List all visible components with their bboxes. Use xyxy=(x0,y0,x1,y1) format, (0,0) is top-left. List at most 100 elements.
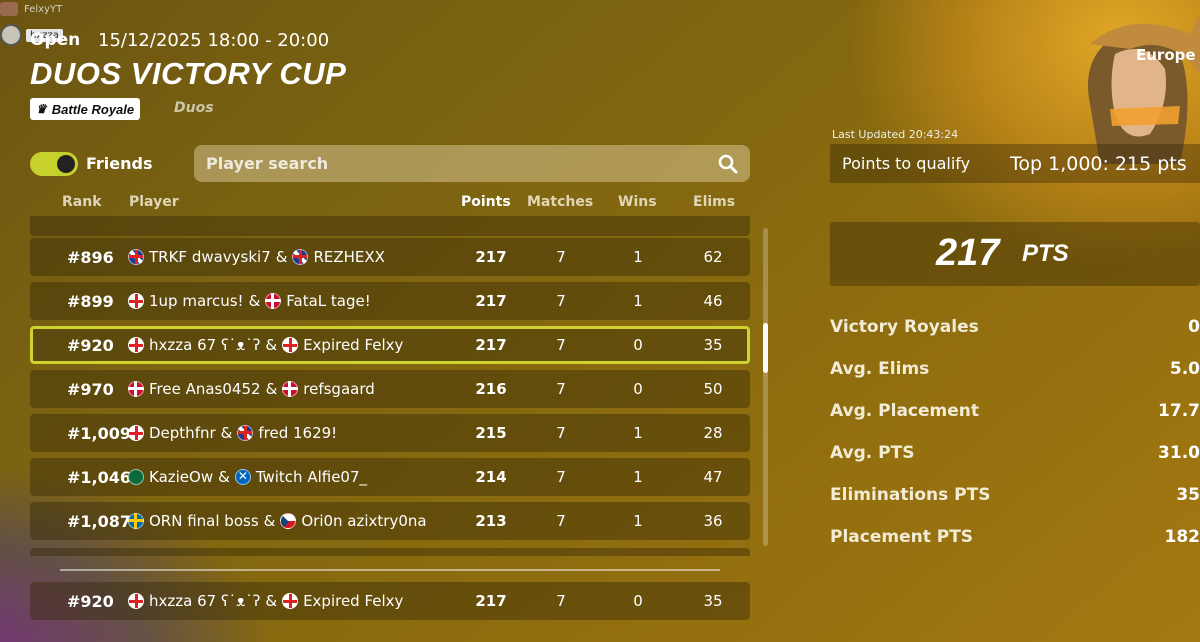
mode-chip: ♛ Battle Royale xyxy=(30,98,141,120)
table-row[interactable]: #1,087 ORN final boss & Ori0n azixtry0na 213… xyxy=(30,502,750,540)
stat-label-elimination-pts: Eliminations PTS xyxy=(830,485,991,505)
player-cell: 1up marcus! & FataL tage! xyxy=(128,292,371,310)
rank-cell: #896 xyxy=(67,247,114,267)
elims-cell: 46 xyxy=(703,292,723,310)
table-row-my-team[interactable]: #920 hxzza 67 ʕ˙ᴥ˙ʔ & Expired Felxy 217 7 0 35 xyxy=(30,326,750,364)
team-separator: & xyxy=(265,380,278,398)
matches-cell: 7 xyxy=(556,292,566,310)
streamer-avatar xyxy=(0,2,18,16)
leaderboard[interactable]: #896 TRKF dwavyski7 & REZHEXX 217 7 1 62 #899 1up… xyxy=(30,216,750,556)
crown-icon: ♛ xyxy=(36,102,47,116)
streamer-tag: FelxyYT xyxy=(0,0,62,18)
wins-cell: 1 xyxy=(633,292,643,310)
flag-england-icon xyxy=(282,593,299,609)
col-header-points: Points xyxy=(461,194,511,210)
viewer-avatar xyxy=(0,24,22,46)
points-cell: 213 xyxy=(475,512,507,530)
wins-cell: 0 xyxy=(633,592,643,610)
last-updated: Last Updated 20:43:24 xyxy=(832,128,959,141)
elims-cell: 35 xyxy=(703,336,723,354)
scrollbar-thumb[interactable] xyxy=(763,323,768,373)
flag-sweden-icon xyxy=(128,513,144,529)
stat-value-placement-pts: 182 xyxy=(1164,527,1200,547)
total-points-box: 217 PTS xyxy=(830,222,1200,286)
stat-value-avg-elims: 5.0 xyxy=(1169,359,1200,379)
player-cell: Free Anas0452 & refsgaard xyxy=(128,380,375,398)
player-cell: hxzza 67 ʕ˙ᴥ˙ʔ & Expired Felxy xyxy=(128,592,403,610)
player-one: KazieOw xyxy=(149,468,214,486)
table-row-partial xyxy=(30,216,750,236)
col-header-matches: Matches xyxy=(527,194,594,210)
table-row[interactable]: #899 1up marcus! & FataL tage! 217 7 1 46 xyxy=(30,282,750,320)
team-separator: & xyxy=(218,468,230,486)
search-input[interactable] xyxy=(206,154,718,173)
team-separator: & xyxy=(220,424,233,442)
my-team-row-wrap: #920 hxzza 67 ʕ˙ᴥ˙ʔ & Expired Felxy 217 … xyxy=(30,582,750,620)
elims-cell: 50 xyxy=(703,380,723,398)
flag-uk-icon xyxy=(237,425,254,441)
stat-value-elimination-pts: 35 xyxy=(1176,485,1200,505)
friends-toggle[interactable] xyxy=(30,152,78,176)
points-cell: 217 xyxy=(475,292,507,310)
rank-cell: #920 xyxy=(67,335,114,355)
table-row[interactable]: #1,046 KazieOw& Twitch Alfie07_ 214 7 1 47 xyxy=(30,458,750,496)
flag-england-icon xyxy=(128,425,144,441)
player-one: Free Anas0452 xyxy=(149,380,261,398)
my-team-row[interactable]: #920 hxzza 67 ʕ˙ᴥ˙ʔ & Expired Felxy 217 … xyxy=(30,582,750,620)
player-two: REZHEXX xyxy=(313,248,385,266)
player-cell: Depthfnr & fred 1629! xyxy=(128,424,337,442)
qualify-bar: Points to qualify Top 1,000: 215 pts xyxy=(830,144,1200,183)
stat-label-avg-pts: Avg. PTS xyxy=(830,443,915,463)
mode-label: Battle Royale xyxy=(51,101,135,117)
player-two: FataL tage! xyxy=(286,292,371,310)
col-header-player: Player xyxy=(129,194,179,210)
flag-czechia-icon xyxy=(280,513,297,529)
player-two: Expired Felxy xyxy=(303,592,404,610)
rank-cell: #1,087 xyxy=(67,511,132,531)
friends-label: Friends xyxy=(86,154,153,173)
table-row[interactable]: #1,009 Depthfnr & fred 1629! 215 7 1 28 xyxy=(30,414,750,452)
elims-cell: 62 xyxy=(703,248,723,266)
player-cell: hxzza 67 ʕ˙ᴥ˙ʔ & Expired Felxy xyxy=(128,336,403,354)
table-row[interactable]: #896 TRKF dwavyski7 & REZHEXX 217 7 1 62 xyxy=(30,238,750,276)
mode-type: Duos xyxy=(174,100,214,116)
matches-cell: 7 xyxy=(556,512,566,530)
matches-cell: 7 xyxy=(556,380,566,398)
table-row[interactable]: #970 Free Anas0452 & refsgaard 216 7 0 50 xyxy=(30,370,750,408)
elims-cell: 36 xyxy=(703,512,723,530)
team-separator: & xyxy=(248,292,261,310)
search-icon[interactable] xyxy=(718,154,738,174)
team-separator: & xyxy=(265,592,278,610)
event-title: DUOS VICTORY CUP xyxy=(30,56,347,91)
stat-value-victory-royales: 0 xyxy=(1188,317,1200,337)
player-one: hxzza 67 ʕ˙ᴥ˙ʔ xyxy=(149,592,261,610)
wins-cell: 0 xyxy=(633,380,643,398)
elims-cell: 28 xyxy=(703,424,723,442)
flag-denmark-icon xyxy=(265,293,282,309)
points-cell: 215 xyxy=(475,424,507,442)
stat-value-avg-placement: 17.7 xyxy=(1158,401,1200,421)
rank-cell: #899 xyxy=(67,291,114,311)
stat-label-avg-placement: Avg. Placement xyxy=(830,401,980,421)
elims-cell: 47 xyxy=(703,468,723,486)
player-cell: KazieOw& Twitch Alfie07_ xyxy=(128,468,367,486)
flag-denmark-icon xyxy=(282,381,299,397)
flag-scotland-icon xyxy=(234,469,251,485)
player-search[interactable] xyxy=(194,145,750,182)
flag-england-icon xyxy=(282,337,299,353)
elims-cell: 35 xyxy=(703,592,723,610)
points-cell: 216 xyxy=(475,380,507,398)
divider xyxy=(60,569,720,571)
event-status: Open xyxy=(30,30,81,50)
wins-cell: 1 xyxy=(633,424,643,442)
player-one: ORN final boss xyxy=(149,512,259,530)
stat-label-placement-pts: Placement PTS xyxy=(830,527,974,547)
team-separator: & xyxy=(275,248,288,266)
col-header-elims: Elims xyxy=(693,194,736,210)
points-cell: 217 xyxy=(475,248,507,266)
points-cell: 217 xyxy=(475,336,507,354)
wins-cell: 0 xyxy=(633,336,643,354)
stat-label-victory-royales: Victory Royales xyxy=(830,317,979,337)
leaderboard-scrollbar[interactable] xyxy=(763,228,768,546)
points-cell: 217 xyxy=(475,592,507,610)
